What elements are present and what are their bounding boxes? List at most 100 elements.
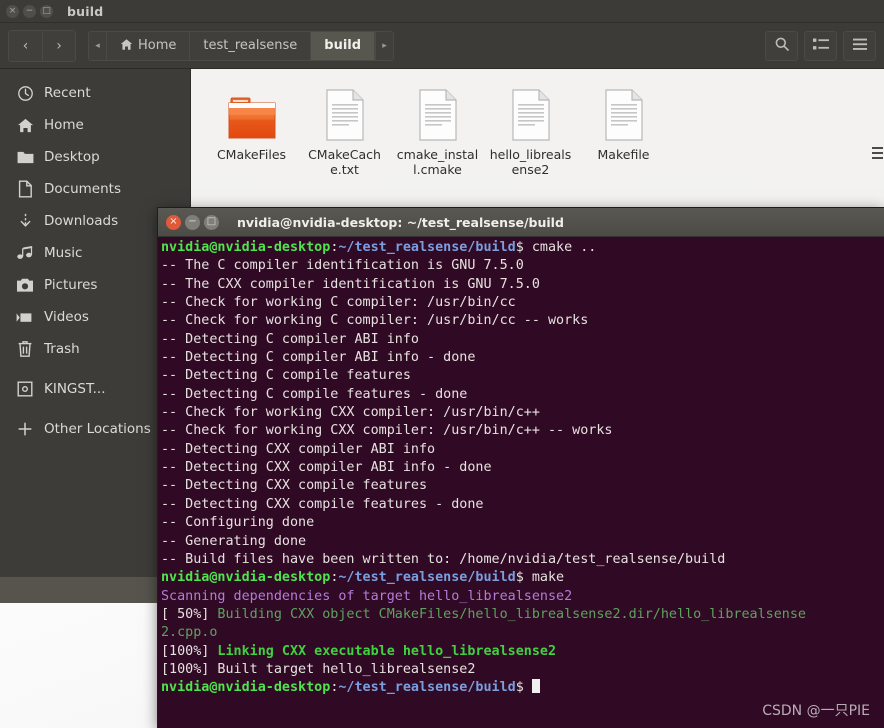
document-icon — [603, 81, 645, 141]
video-icon — [10, 311, 40, 324]
terminal-line: -- The C compiler identification is GNU … — [161, 258, 524, 274]
sidebar-item-documents[interactable]: Documents — [0, 173, 190, 205]
breadcrumb-label-build: build — [324, 38, 362, 53]
terminal-line: -- Generating done — [161, 533, 307, 549]
breadcrumb-scroll-left[interactable]: ◂ — [89, 31, 107, 60]
terminal-line: [ 50%] Building CXX object CMakeFiles/he… — [161, 606, 806, 622]
terminal-cursor — [531, 679, 540, 694]
sidebar-label-desktop: Desktop — [44, 149, 100, 165]
search-button[interactable] — [765, 30, 798, 61]
terminal-window: × − □ nvidia@nvidia-desktop: ~/test_real… — [158, 208, 884, 728]
sidebar-label-pictures: Pictures — [44, 277, 98, 293]
watermark: CSDN @一只PIE — [762, 703, 870, 719]
terminal-line: -- Detecting C compiler ABI info - done — [161, 350, 476, 366]
file-item-cmake-install-cmake[interactable]: cmake_install.cmake — [391, 81, 484, 177]
music-icon — [10, 245, 40, 261]
menu-button[interactable] — [843, 30, 876, 61]
terminal-title: nvidia@nvidia-desktop: ~/test_realsense/… — [237, 214, 564, 230]
home-icon — [10, 117, 40, 134]
breadcrumb-label-home: Home — [138, 38, 177, 53]
navigation-buttons: ‹ › — [8, 29, 76, 62]
search-icon — [774, 36, 790, 56]
terminal-line: -- Detecting C compile features — [161, 368, 411, 384]
forward-button[interactable]: › — [42, 30, 75, 61]
sidebar-label-downloads: Downloads — [44, 213, 119, 229]
fm-minimize-button[interactable]: − — [23, 4, 36, 18]
trash-icon — [10, 340, 40, 358]
terminal-line: -- The CXX compiler identification is GN… — [161, 276, 540, 292]
document-icon — [417, 81, 459, 141]
terminal-line: -- Detecting CXX compiler ABI info — [161, 441, 436, 457]
terminal-line: -- Check for working C compiler: /usr/bi… — [161, 295, 516, 311]
sidebar-item-desktop[interactable]: Desktop — [0, 141, 190, 173]
breadcrumb-label-test-realsense: test_realsense — [203, 38, 298, 53]
sidebar-label-home: Home — [44, 117, 84, 133]
file-label: hello_librealsense2 — [489, 147, 572, 177]
terminal-line: [100%] Linking CXX executable hello_libr… — [161, 643, 557, 659]
fm-maximize-button[interactable]: □ — [40, 4, 53, 18]
plus-icon — [10, 421, 40, 437]
sidebar-label-other-locations: Other Locations — [44, 421, 151, 437]
sidebar-item-recent[interactable]: Recent — [0, 77, 190, 109]
file-item-makefile[interactable]: Makefile — [577, 81, 670, 177]
download-icon — [10, 212, 40, 230]
view-list-icon — [812, 36, 829, 55]
file-label: CMakeCache.txt — [308, 147, 381, 177]
terminal-output[interactable]: nvidia@nvidia-desktop:~/test_realsense/b… — [158, 237, 884, 698]
terminal-line: nvidia@nvidia-desktop:~/test_realsense/b… — [161, 570, 565, 586]
terminal-line: -- Build files have been written to: /ho… — [161, 551, 726, 567]
back-button[interactable]: ‹ — [9, 30, 42, 61]
folder-icon — [10, 150, 40, 165]
terminal-line: nvidia@nvidia-desktop:~/test_realsense/b… — [161, 240, 597, 255]
terminal-line: nvidia@nvidia-desktop:~/test_realsense/b… — [161, 679, 884, 697]
sidebar-label-music: Music — [44, 245, 83, 261]
terminal-close-button[interactable]: × — [166, 214, 181, 230]
drive-icon — [10, 381, 40, 397]
sidebar-label-videos: Videos — [44, 309, 89, 325]
terminal-line: -- Detecting CXX compile features — [161, 478, 428, 494]
hamburger-menu-icon — [852, 36, 868, 55]
clock-icon — [10, 85, 40, 102]
camera-icon — [10, 278, 40, 293]
breadcrumb-item-home[interactable]: Home — [107, 31, 191, 60]
terminal-minimize-button[interactable]: − — [185, 214, 200, 230]
home-icon — [120, 38, 133, 54]
file-label: CMakeFiles — [216, 147, 287, 162]
terminal-line: Scanning dependencies of target hello_li… — [161, 588, 573, 604]
terminal-line: -- Detecting CXX compiler ABI info - don… — [161, 460, 492, 476]
toolbar-right-buttons — [765, 30, 876, 61]
sidebar-label-kingst: KINGST... — [44, 381, 106, 397]
breadcrumb-item-build[interactable]: build — [311, 31, 376, 60]
file-item-cmakefiles[interactable]: CMakeFiles — [205, 81, 298, 177]
folder-icon — [225, 81, 279, 141]
document-icon — [324, 81, 366, 141]
sidebar-item-home[interactable]: Home — [0, 109, 190, 141]
document-icon — [10, 180, 40, 198]
terminal-maximize-button[interactable]: □ — [204, 214, 219, 230]
terminal-line: -- Check for working CXX compiler: /usr/… — [161, 423, 613, 439]
file-manager-toolbar: ‹ › ◂ Home test_realsense build ▸ — [0, 23, 884, 69]
view-options-button[interactable] — [804, 30, 837, 61]
content-scrollbar-handle[interactable] — [870, 139, 884, 167]
file-label: Makefile — [597, 147, 650, 162]
file-label: cmake_install.cmake — [396, 147, 479, 177]
breadcrumb-item-test-realsense[interactable]: test_realsense — [190, 31, 312, 60]
file-grid: CMakeFiles CMakeCache.txt cmake_install.… — [191, 69, 884, 177]
breadcrumb: ◂ Home test_realsense build ▸ — [88, 30, 395, 61]
terminal-line: -- Detecting C compile features - done — [161, 386, 468, 402]
file-manager-titlebar: × − □ build — [0, 0, 884, 23]
screen: × − □ build ‹ › ◂ Home test_realsense bu… — [0, 0, 884, 728]
breadcrumb-scroll-right[interactable]: ▸ — [375, 31, 394, 60]
file-item-cmakecache-txt[interactable]: CMakeCache.txt — [298, 81, 391, 177]
terminal-titlebar: × − □ nvidia@nvidia-desktop: ~/test_real… — [158, 208, 884, 237]
terminal-line: -- Check for working C compiler: /usr/bi… — [161, 313, 589, 329]
sidebar-label-trash: Trash — [44, 341, 80, 357]
sidebar-label-documents: Documents — [44, 181, 121, 197]
terminal-line: -- Configuring done — [161, 515, 315, 531]
document-icon — [510, 81, 552, 141]
sidebar-label-recent: Recent — [44, 85, 91, 101]
terminal-line: -- Detecting CXX compile features - done — [161, 496, 484, 512]
file-item-hello-librealsense2[interactable]: hello_librealsense2 — [484, 81, 577, 177]
file-manager-title: build — [67, 3, 104, 19]
fm-close-button[interactable]: × — [6, 4, 19, 18]
